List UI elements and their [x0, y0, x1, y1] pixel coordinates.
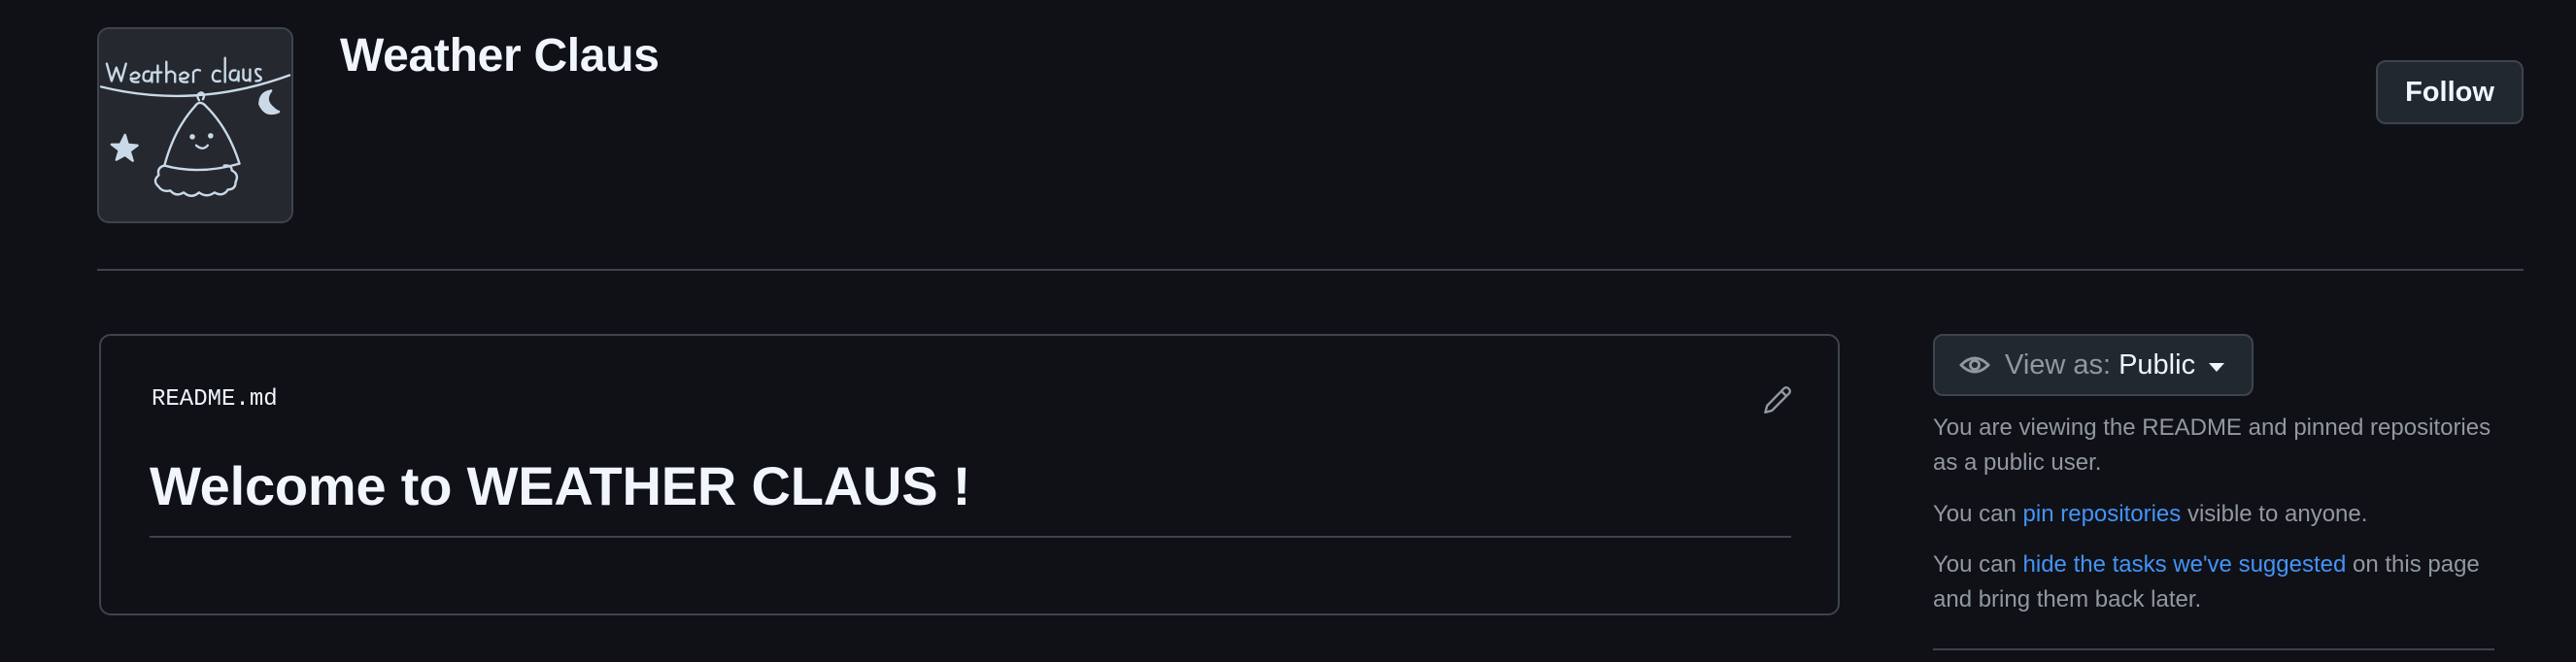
view-as-dropdown[interactable]: View as: Public	[1933, 334, 2254, 396]
edit-readme-button[interactable]	[1758, 382, 1795, 419]
hide-note-prefix: You can	[1933, 551, 2023, 578]
pin-note-suffix: visible to anyone.	[2181, 501, 2368, 527]
hide-suggested-tasks-link[interactable]: hide the tasks we've suggested	[2023, 551, 2347, 578]
eye-icon	[1959, 356, 1990, 374]
pin-repositories-note: You can pin repositories visible to anyo…	[1933, 497, 2496, 532]
org-name: Weather Claus	[340, 30, 660, 82]
org-avatar	[97, 27, 293, 223]
sidebar-divider	[1933, 648, 2494, 650]
pin-repositories-link[interactable]: pin repositories	[2023, 501, 2182, 527]
header-divider	[97, 269, 2524, 271]
view-as-label: View as:	[2005, 348, 2112, 381]
caret-down-icon	[2209, 362, 2225, 372]
follow-button[interactable]: Follow	[2376, 60, 2524, 124]
readme-heading-rule	[150, 536, 1791, 538]
view-as-value: Public	[2118, 348, 2196, 381]
pencil-icon	[1764, 386, 1791, 414]
profile-page: Weather Claus Follow README.md Welcome t…	[0, 0, 2576, 662]
weather-claus-logo-icon	[99, 56, 291, 197]
public-view-note: You are viewing the README and pinned re…	[1933, 414, 2491, 476]
readme-card: README.md Welcome to WEATHER CLAUS !	[99, 334, 1840, 615]
pin-note-prefix: You can	[1933, 501, 2023, 527]
hide-tasks-note: You can hide the tasks we've suggested o…	[1933, 547, 2496, 617]
readme-filename: README.md	[152, 386, 278, 413]
readme-heading: Welcome to WEATHER CLAUS !	[150, 455, 971, 516]
